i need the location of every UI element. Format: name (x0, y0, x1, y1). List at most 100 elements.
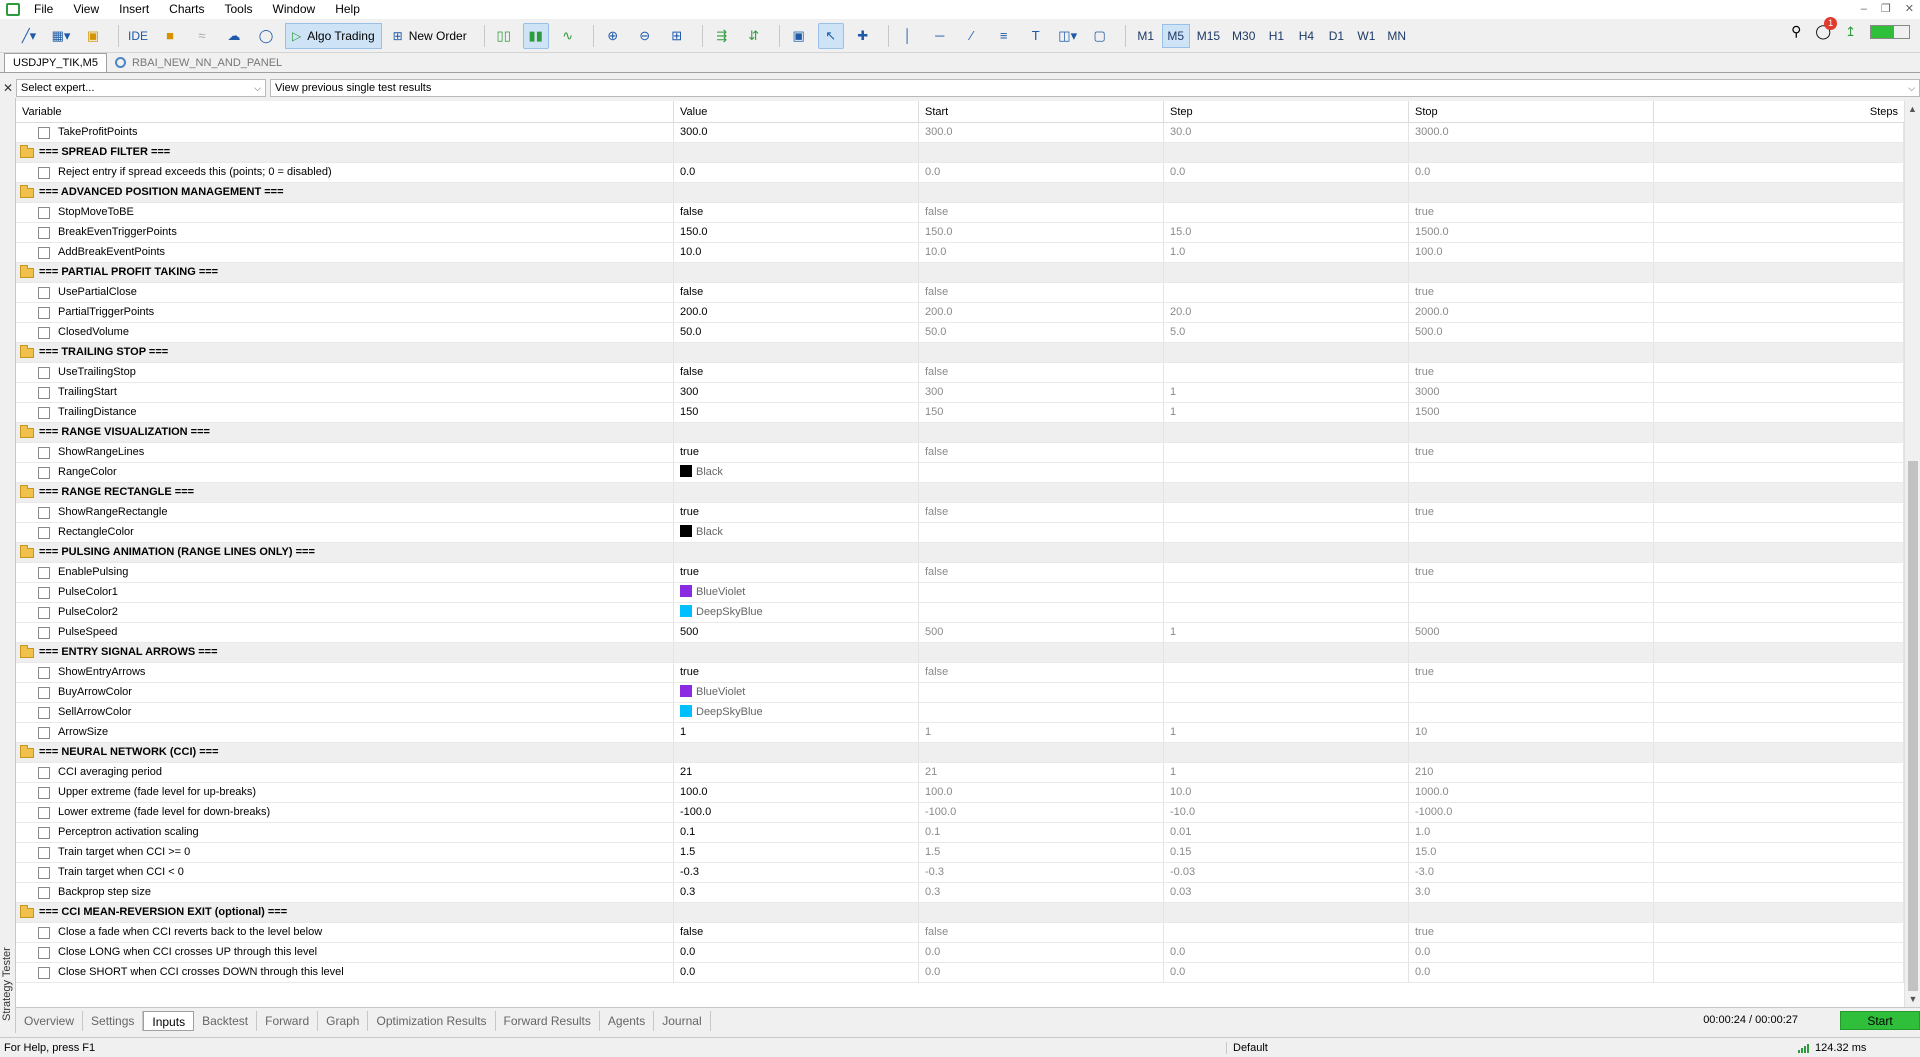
start-cell[interactable]: false (919, 203, 1164, 222)
stop-cell[interactable]: 0.0 (1409, 963, 1654, 982)
tab-backtest[interactable]: Backtest (194, 1010, 258, 1031)
stop-cell[interactable] (1409, 603, 1654, 622)
timeframe-h4[interactable]: H4 (1292, 24, 1320, 48)
tab-overview[interactable]: Overview (16, 1010, 84, 1031)
value-cell[interactable]: 0.1 (674, 823, 919, 842)
start-cell[interactable]: 50.0 (919, 323, 1164, 342)
value-cell[interactable]: 0.0 (674, 963, 919, 982)
table-row[interactable]: BreakEvenTriggerPoints 150.0 150.0 15.0 1500… (16, 223, 1904, 243)
step-cell[interactable]: 0.0 (1164, 163, 1409, 182)
stop-cell[interactable]: 1.0 (1409, 823, 1654, 842)
step-cell[interactable] (1164, 363, 1409, 382)
optimize-checkbox[interactable] (38, 586, 50, 599)
step-cell[interactable] (1164, 603, 1409, 622)
step-cell[interactable]: 1 (1164, 383, 1409, 402)
table-row[interactable]: Backprop step size 0.3 0.3 0.03 3.0 (16, 883, 1904, 903)
start-cell[interactable]: false (919, 923, 1164, 942)
table-row[interactable]: Close SHORT when CCI crosses DOWN throug… (16, 963, 1904, 983)
start-cell[interactable]: 500 (919, 623, 1164, 642)
chart-tab-usdjpy[interactable]: USDJPY_TIK,M5 (4, 53, 107, 72)
value-cell[interactable]: 50.0 (674, 323, 919, 342)
stop-cell[interactable]: -1000.0 (1409, 803, 1654, 822)
menu-tools[interactable]: Tools (217, 0, 265, 19)
step-cell[interactable]: 15.0 (1164, 223, 1409, 242)
step-cell[interactable] (1164, 563, 1409, 582)
stop-cell[interactable] (1409, 463, 1654, 482)
optimize-checkbox[interactable] (38, 866, 50, 879)
column-header-steps[interactable]: Steps (1654, 101, 1904, 122)
menu-file[interactable]: File (26, 0, 65, 19)
new-order-button[interactable]: ⊞ New Order (386, 23, 474, 49)
chart-shift-icon[interactable]: ⇵ (741, 23, 767, 49)
table-row[interactable]: CCI averaging period 21 21 1 210 (16, 763, 1904, 783)
crosshair-icon[interactable]: ✚ (850, 23, 876, 49)
tab-journal[interactable]: Journal (654, 1010, 711, 1031)
restore-icon[interactable]: ❐ (1881, 0, 1891, 19)
stop-cell[interactable]: 0.0 (1409, 943, 1654, 962)
step-cell[interactable] (1164, 683, 1409, 702)
value-cell[interactable]: 10.0 (674, 243, 919, 262)
table-row[interactable]: ShowRangeRectangle true false true (16, 503, 1904, 523)
table-row[interactable]: PartialTriggerPoints 200.0 200.0 20.0 2000.0 (16, 303, 1904, 323)
table-row[interactable]: PulseSpeed 500 500 1 5000 (16, 623, 1904, 643)
stop-cell[interactable]: 500.0 (1409, 323, 1654, 342)
tab-forward-results[interactable]: Forward Results (496, 1010, 600, 1031)
folder-icon[interactable] (20, 544, 34, 558)
table-row[interactable]: Lower extreme (fade level for down-break… (16, 803, 1904, 823)
optimize-checkbox[interactable] (38, 686, 50, 699)
group-row[interactable]: === ENTRY SIGNAL ARROWS === (16, 643, 1904, 663)
menu-help[interactable]: Help (327, 0, 372, 19)
stop-cell[interactable]: true (1409, 443, 1654, 462)
table-row[interactable]: UseTrailingStop false false true (16, 363, 1904, 383)
start-cell[interactable]: -100.0 (919, 803, 1164, 822)
table-row[interactable]: ShowRangeLines true false true (16, 443, 1904, 463)
tab-forward[interactable]: Forward (257, 1010, 319, 1031)
start-cell[interactable]: 0.1 (919, 823, 1164, 842)
table-row[interactable]: RectangleColor Black (16, 523, 1904, 543)
optimize-checkbox[interactable] (38, 446, 50, 459)
optimize-checkbox[interactable] (38, 506, 50, 519)
timeframe-w1[interactable]: W1 (1352, 24, 1380, 48)
step-cell[interactable] (1164, 283, 1409, 302)
folder-icon[interactable] (20, 424, 34, 438)
stop-cell[interactable]: -3.0 (1409, 863, 1654, 882)
value-cell[interactable]: true (674, 563, 919, 582)
algo-trading-button[interactable]: ▷ Algo Trading (285, 22, 382, 49)
step-cell[interactable] (1164, 443, 1409, 462)
trendline-icon[interactable]: ∕ (959, 23, 985, 49)
start-button[interactable]: Start (1840, 1011, 1920, 1030)
timeframe-mn[interactable]: MN (1382, 24, 1411, 48)
start-cell[interactable]: false (919, 563, 1164, 582)
folder-icon[interactable] (20, 144, 34, 158)
value-cell[interactable]: true (674, 663, 919, 682)
optimize-checkbox[interactable] (38, 566, 50, 579)
value-cell[interactable]: false (674, 923, 919, 942)
stop-cell[interactable]: 3000 (1409, 383, 1654, 402)
step-cell[interactable]: 30.0 (1164, 123, 1409, 142)
timeframe-m30[interactable]: M30 (1227, 24, 1260, 48)
folder-icon[interactable] (20, 744, 34, 758)
folder-icon[interactable] (20, 484, 34, 498)
column-header-variable[interactable]: Variable (16, 101, 674, 122)
table-row[interactable]: RangeColor Black (16, 463, 1904, 483)
table-row[interactable]: TrailingDistance 150 150 1 1500 (16, 403, 1904, 423)
value-cell[interactable]: Black (674, 523, 919, 542)
step-cell[interactable]: 10.0 (1164, 783, 1409, 802)
timeframe-m5[interactable]: M5 (1161, 23, 1190, 48)
start-cell[interactable] (919, 583, 1164, 602)
timeframe-d1[interactable]: D1 (1322, 24, 1350, 48)
value-cell[interactable]: 1.5 (674, 843, 919, 862)
value-cell[interactable]: 100.0 (674, 783, 919, 802)
value-cell[interactable]: -100.0 (674, 803, 919, 822)
menu-insert[interactable]: Insert (111, 0, 161, 19)
group-row[interactable]: === CCI MEAN-REVERSION EXIT (optional) =… (16, 903, 1904, 923)
step-cell[interactable]: -0.03 (1164, 863, 1409, 882)
value-cell[interactable]: 0.0 (674, 163, 919, 182)
zoom-in-icon[interactable]: ⊕ (600, 23, 626, 49)
stop-cell[interactable]: 3000.0 (1409, 123, 1654, 142)
table-row[interactable]: Upper extreme (fade level for up-breaks)… (16, 783, 1904, 803)
stop-cell[interactable] (1409, 683, 1654, 702)
step-cell[interactable]: 0.15 (1164, 843, 1409, 862)
step-cell[interactable] (1164, 523, 1409, 542)
start-cell[interactable]: 1.5 (919, 843, 1164, 862)
